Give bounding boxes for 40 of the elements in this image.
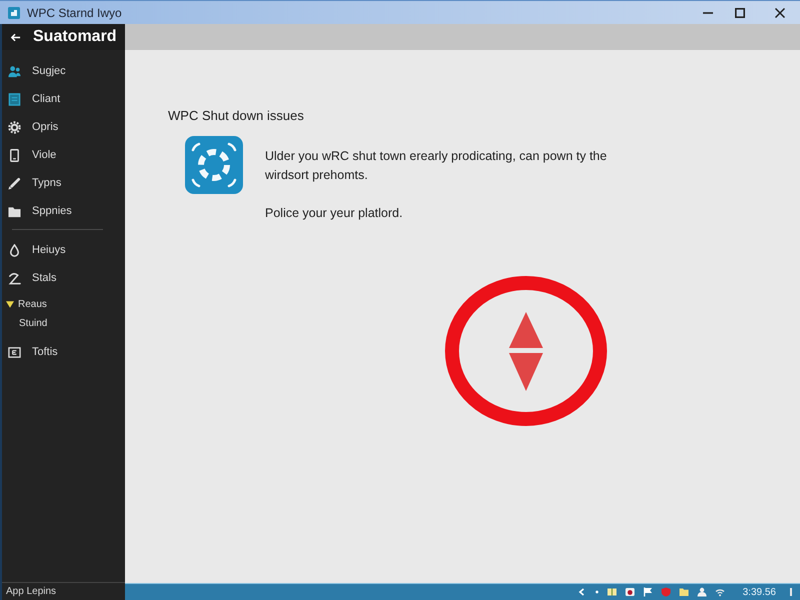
- sidebar-item[interactable]: Sugjec: [2, 57, 125, 85]
- sidebar-item[interactable]: Cliant: [2, 85, 125, 113]
- hint-text: Police your yeur platlord.: [265, 206, 403, 220]
- clock-text[interactable]: 3:39.56: [742, 586, 776, 598]
- sidebar-group[interactable]: Reaus: [2, 294, 125, 314]
- flag-icon[interactable]: [642, 587, 653, 597]
- sidebar-subitem[interactable]: Stuind: [2, 314, 48, 332]
- squiggle-icon: [8, 272, 21, 284]
- pen-icon: [8, 176, 21, 190]
- sidebar-item[interactable]: Stals: [2, 264, 125, 292]
- document-icon: [8, 92, 21, 106]
- phone-icon: [8, 148, 21, 162]
- folder-icon: [8, 204, 21, 218]
- people-icon: [8, 64, 21, 78]
- book-icon[interactable]: [606, 587, 617, 597]
- chevron-icon[interactable]: [576, 587, 587, 597]
- wifi-icon[interactable]: [714, 587, 725, 597]
- lifebuoy-icon: [185, 136, 243, 194]
- maximize-icon: [735, 8, 745, 18]
- up-down-arrow-ring-icon: [444, 275, 608, 427]
- drop-icon: [8, 244, 21, 256]
- page-heading: WPC Shut down issues: [168, 108, 304, 123]
- camera-icon[interactable]: [624, 587, 635, 597]
- gear-icon: [8, 120, 21, 134]
- sidebar-item[interactable]: Heiuys: [2, 236, 125, 264]
- back-icon[interactable]: [10, 32, 21, 42]
- sidebar-item[interactable]: Viole: [2, 141, 125, 169]
- sidebar-item[interactable]: Opris: [2, 113, 125, 141]
- sidebar-item[interactable]: Toftis: [2, 338, 125, 366]
- close-icon: [775, 8, 785, 18]
- message-text: Ulder you wRC shut town erearly prodicating, can pown ty the wirdsort prehomts.: [265, 148, 608, 184]
- person-icon[interactable]: [696, 587, 707, 597]
- dot-icon[interactable]: [594, 590, 599, 594]
- app-icon: [8, 6, 20, 18]
- sidebar-item[interactable]: Sppnies: [2, 197, 125, 225]
- sidebar-item[interactable]: Typns: [2, 169, 125, 197]
- folder-icon[interactable]: [678, 587, 689, 597]
- window-title: WPC Starnd Iwyo: [27, 6, 122, 20]
- sidebar-title: Suatomard: [33, 28, 117, 46]
- panel-icon: [8, 346, 21, 358]
